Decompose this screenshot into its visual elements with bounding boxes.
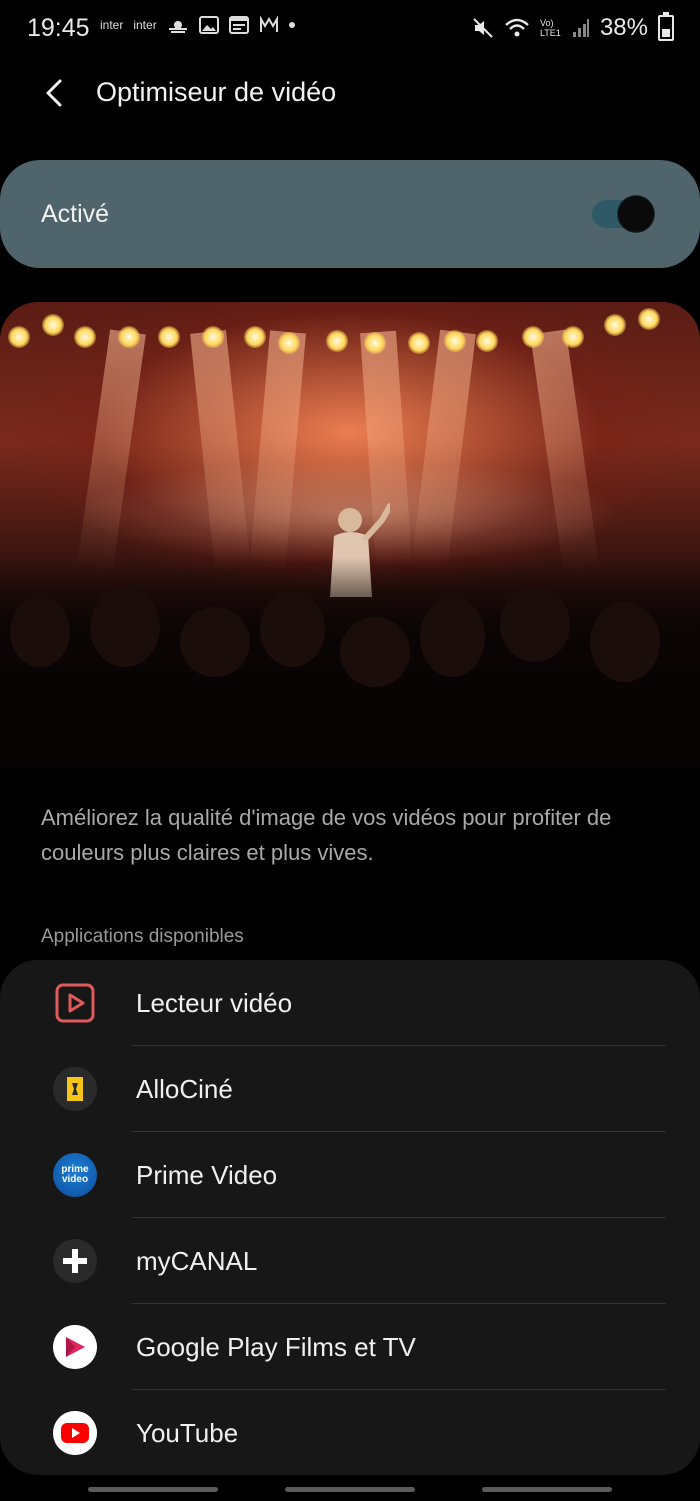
page-title: Optimiseur de vidéo [96,77,337,107]
app-name: Prime Video [136,1160,278,1190]
list-item-mycanal[interactable]: myCANAL [0,1218,700,1304]
list-item-allocine[interactable]: AlloCiné [0,1046,700,1132]
carrier-label: inter [100,18,124,32]
feature-description: Améliorez la qualité d'image de vos vidé… [41,805,612,865]
stage-light [638,308,660,330]
list-item-youtube[interactable]: YouTube [0,1390,700,1476]
stage-light [326,330,348,352]
network-type-label: Vo) LTE1 [539,18,561,38]
crowd-silhouette [0,557,700,767]
play-video-icon [55,983,95,1023]
mute-icon [473,18,493,38]
app-name: AlloCiné [136,1074,233,1104]
status-time: 19:45 [27,14,90,42]
stage-light [158,326,180,348]
stage-light [118,326,140,348]
toggle-switch-knob[interactable] [618,196,654,232]
back-arrow-icon[interactable] [40,76,70,110]
stage-light [476,330,498,352]
stage-light [522,326,544,348]
stage-light [408,332,430,354]
switch-label: Activé [41,200,110,228]
app-name: YouTube [136,1418,239,1448]
more-notifications-dot [288,22,295,28]
calendar-icon [228,16,249,34]
list-item-lecteur-video[interactable]: Lecteur vidéo [0,960,700,1046]
battery-percent: 38% [599,14,648,41]
app-name: myCANAL [136,1246,258,1276]
youtube-icon [53,1411,97,1455]
list-item-prime-video[interactable]: prime video Prime Video [0,1132,700,1218]
app-name: Google Play Films et TV [136,1332,416,1362]
notification-icons: inter inter [100,16,295,34]
list-item-google-play-films[interactable]: Google Play Films et TV [0,1304,700,1390]
home-handle[interactable] [285,1487,415,1492]
stage-light [364,332,386,354]
stage-light [42,314,64,336]
available-apps-label: Applications disponibles [41,926,244,947]
available-apps-list: Lecteur vidéo AlloCiné prime video Prime… [0,960,700,1475]
prime-video-icon: prime video [53,1153,97,1197]
stage-light [562,326,584,348]
prime-icon-text: video [61,1174,89,1185]
system-icons: Vo) LTE1 38% [472,12,674,42]
stage-light [604,314,626,336]
weather-icon [168,21,187,33]
stage-light [278,332,300,354]
allocine-icon [53,1067,97,1111]
stage-light [202,326,224,348]
gallery-icon [198,16,219,34]
stage-light [8,326,30,348]
status-bar: 19:45 inter inter Vo) LTE1 38% [0,0,700,56]
app-name: Lecteur vidéo [136,988,293,1018]
signal-icon [572,19,589,37]
carrier-label: inter [133,18,157,32]
recent-apps-handle[interactable] [88,1487,218,1492]
battery-icon [658,12,674,41]
stage-light [444,330,466,352]
stage-light [244,326,266,348]
app-bar: Optimiseur de vidéo [0,62,700,124]
google-play-films-icon [53,1325,97,1369]
news-app-icon [259,16,278,32]
back-handle[interactable] [482,1487,612,1492]
concert-illustration-image [0,302,700,767]
gesture-navigation-bar [0,1475,700,1501]
mycanal-icon [53,1239,97,1283]
wifi-icon [505,18,529,37]
stage-light [74,326,96,348]
